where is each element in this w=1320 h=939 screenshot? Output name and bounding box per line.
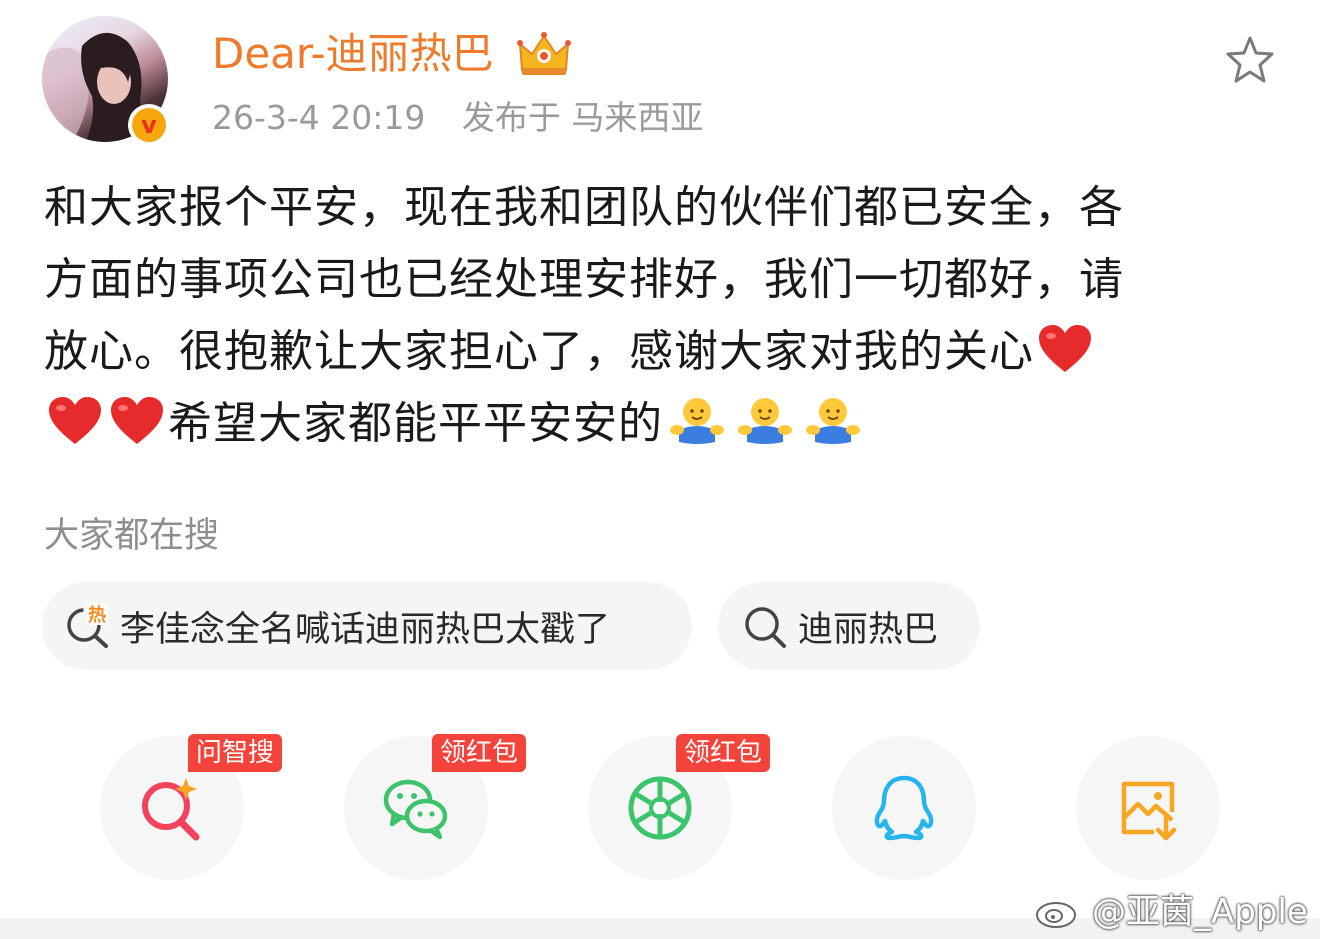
- share-wechat-button[interactable]: 领红包: [344, 734, 527, 880]
- hot-search-icon: 热: [67, 603, 108, 648]
- share-moments-button[interactable]: 领红包: [588, 734, 771, 880]
- post-line: 和大家报个平安，现在我和团队的伙伴们都已安全，各: [44, 182, 1124, 233]
- post-location: 发布于 马来西亚: [461, 98, 704, 137]
- hug-emoji-icon: [670, 398, 724, 444]
- star-icon[interactable]: [1224, 34, 1276, 86]
- share-badge: 问智搜: [188, 734, 283, 772]
- heart-icon: [1039, 325, 1091, 372]
- post-line-text: 希望大家都能平平安安的: [168, 398, 663, 449]
- post-line: 方面的事项公司也已经处理安排好，我们一切都好，请: [44, 254, 1124, 305]
- save-image-icon: [1121, 781, 1177, 841]
- verified-badge: v: [128, 104, 170, 146]
- svg-text:热: 热: [88, 604, 106, 626]
- weibo-logo-icon: [1036, 893, 1084, 928]
- wechat-icon: [383, 779, 448, 840]
- share-badge: 领红包: [676, 734, 771, 772]
- ai-search-icon: [142, 778, 200, 841]
- post-meta: 26-3-4 20:19 发布于 马来西亚: [212, 98, 703, 138]
- post-line: 希望大家都能平平安安的: [44, 388, 1284, 460]
- search-icon: [745, 607, 786, 648]
- username[interactable]: Dear-迪丽热巴: [212, 28, 494, 80]
- post-time: 26-3-4 20:19: [212, 98, 426, 137]
- watermark: @亚茵_Apple: [1034, 884, 1308, 933]
- watermark-text: @亚茵_Apple: [1092, 892, 1308, 932]
- heart-icon: [49, 397, 101, 444]
- post-line: 放心。很抱歉让大家担心了，感谢大家对我的关心: [44, 316, 1284, 388]
- share-qq-button[interactable]: [832, 736, 976, 880]
- moments-icon: [628, 776, 692, 840]
- weibo-post-screen: v Dear-迪丽热巴 26-3-4 20:19 发布于 马来西亚 和大家报个平…: [0, 0, 1320, 939]
- post-line-text: 放心。很抱歉让大家担心了，感谢大家对我的关心: [44, 326, 1034, 377]
- hot-search-chip[interactable]: 热 李佳念全名喊话迪丽热巴太戳了: [42, 582, 692, 670]
- heart-icon: [111, 397, 163, 444]
- post-content: 和大家报个平安，现在我和团队的伙伴们都已安全，各 方面的事项公司也已经处理安排好…: [44, 172, 1284, 460]
- share-badge: 领红包: [432, 734, 527, 772]
- qq-icon: [874, 775, 934, 841]
- hot-search-heading: 大家都在搜: [44, 516, 220, 556]
- vip-crown-icon: [517, 32, 571, 75]
- hot-search-chip-label: 李佳念全名喊话迪丽热巴太戳了: [120, 609, 611, 650]
- hug-emoji-icon: [806, 398, 860, 444]
- share-ai-search-button[interactable]: 问智搜: [100, 734, 283, 880]
- search-chip-label: 迪丽热巴: [798, 609, 939, 650]
- hug-emoji-icon: [738, 398, 792, 444]
- share-save-image-button[interactable]: [1076, 736, 1220, 880]
- search-chip[interactable]: 迪丽热巴: [718, 582, 980, 670]
